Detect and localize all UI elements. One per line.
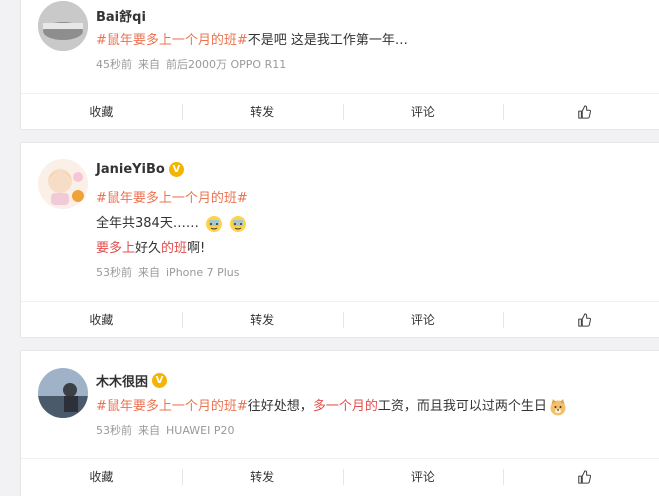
favorite-label: 收藏 xyxy=(89,313,114,327)
post-meta: 45秒前 来自 前后2000万 OPPO R11 xyxy=(96,56,286,72)
action-bar: 收藏 转发 评论 xyxy=(21,458,659,494)
plain-text: 工资，而且我可以过两个生日 xyxy=(377,399,547,414)
post-body: 不是吧 这是我工作第一年… xyxy=(247,33,408,48)
source-prefix: 来自 xyxy=(138,58,160,71)
username-text[interactable]: 木木很困 xyxy=(96,371,148,390)
verified-badge-icon: V xyxy=(152,373,168,388)
highlight-text: 要多上 xyxy=(96,241,136,256)
comment-label: 评论 xyxy=(410,470,435,484)
avatar[interactable] xyxy=(38,159,88,209)
favorite-label: 收藏 xyxy=(89,105,114,119)
repost-label: 转发 xyxy=(250,470,275,484)
username[interactable]: 木木很困 V xyxy=(96,371,168,390)
post-time[interactable]: 53秒前 xyxy=(96,266,132,279)
favorite-button[interactable]: 收藏 xyxy=(21,94,182,129)
post-line: 全年共384天…… xyxy=(96,212,247,233)
plain-text: 好久 xyxy=(135,241,162,256)
comment-label: 评论 xyxy=(410,313,435,327)
source-prefix: 来自 xyxy=(138,266,160,279)
repost-label: 转发 xyxy=(250,105,275,119)
username-text[interactable]: JanieYiBo xyxy=(96,162,165,177)
comment-button[interactable]: 评论 xyxy=(342,302,504,337)
post-time[interactable]: 53秒前 xyxy=(96,424,132,437)
verified-badge-icon: V xyxy=(168,162,184,177)
avatar[interactable] xyxy=(38,1,88,51)
post-source[interactable]: iPhone 7 Plus xyxy=(166,266,240,279)
sweat-emoji-icon xyxy=(230,215,247,232)
repost-button[interactable]: 转发 xyxy=(181,94,343,129)
topic-tag[interactable]: #鼠年要多上一个月的班# xyxy=(96,191,248,206)
username[interactable]: JanieYiBo V xyxy=(96,162,184,177)
like-button[interactable] xyxy=(503,302,659,337)
post-source[interactable]: 前后2000万 OPPO R11 xyxy=(166,58,286,71)
plain-text: 啊! xyxy=(187,241,206,256)
post-text: #鼠年要多上一个月的班#不是吧 这是我工作第一年… xyxy=(96,29,408,48)
post-source[interactable]: HUAWEI P20 xyxy=(166,424,234,437)
plain-text: 往好处想， xyxy=(247,399,313,414)
avatar[interactable] xyxy=(38,368,88,418)
doge-emoji-icon xyxy=(550,398,566,415)
repost-button[interactable]: 转发 xyxy=(181,459,343,494)
post-card: 木木很困 V #鼠年要多上一个月的班#往好处想，多一个月的工资，而且我可以过两个… xyxy=(20,350,659,496)
thumbs-up-icon xyxy=(577,469,591,484)
comment-label: 评论 xyxy=(410,105,435,119)
action-bar: 收藏 转发 评论 xyxy=(21,301,659,337)
repost-label: 转发 xyxy=(250,313,275,327)
highlight-text: 的班 xyxy=(161,241,188,256)
comment-button[interactable]: 评论 xyxy=(342,459,504,494)
topic-tag[interactable]: #鼠年要多上一个月的班# xyxy=(96,33,248,48)
topic-tag[interactable]: #鼠年要多上一个月的班# xyxy=(96,399,248,414)
post-text: #鼠年要多上一个月的班#往好处想，多一个月的工资，而且我可以过两个生日 xyxy=(96,395,567,416)
favorite-button[interactable]: 收藏 xyxy=(21,302,182,337)
like-button[interactable] xyxy=(503,94,659,129)
comment-button[interactable]: 评论 xyxy=(342,94,504,129)
post-meta: 53秒前 来自 HUAWEI P20 xyxy=(96,422,234,438)
post-card: Bai舒qi #鼠年要多上一个月的班#不是吧 这是我工作第一年… 45秒前 来自前… xyxy=(20,0,659,130)
action-bar: 收藏 转发 评论 xyxy=(21,93,659,129)
highlight-text: 多一个月的 xyxy=(312,399,378,414)
favorite-button[interactable]: 收藏 xyxy=(21,459,182,494)
favorite-label: 收藏 xyxy=(89,470,114,484)
post-line: 要多上好久的班啊! xyxy=(96,237,205,256)
thumbs-up-icon xyxy=(577,312,591,327)
post-tag-line: #鼠年要多上一个月的班# xyxy=(96,187,248,206)
post-meta: 53秒前 来自 iPhone 7 Plus xyxy=(96,264,240,280)
username[interactable]: Bai舒qi xyxy=(96,6,146,25)
username-text[interactable]: Bai舒qi xyxy=(96,6,146,25)
sweat-emoji-icon xyxy=(205,215,222,232)
post-body: 全年共384天…… xyxy=(96,216,199,231)
thumbs-up-icon xyxy=(577,104,591,119)
source-prefix: 来自 xyxy=(138,424,160,437)
like-button[interactable] xyxy=(503,459,659,494)
post-card: JanieYiBo V #鼠年要多上一个月的班# 全年共384天…… 要多上好久… xyxy=(20,142,659,338)
post-time[interactable]: 45秒前 xyxy=(96,58,132,71)
repost-button[interactable]: 转发 xyxy=(181,302,343,337)
